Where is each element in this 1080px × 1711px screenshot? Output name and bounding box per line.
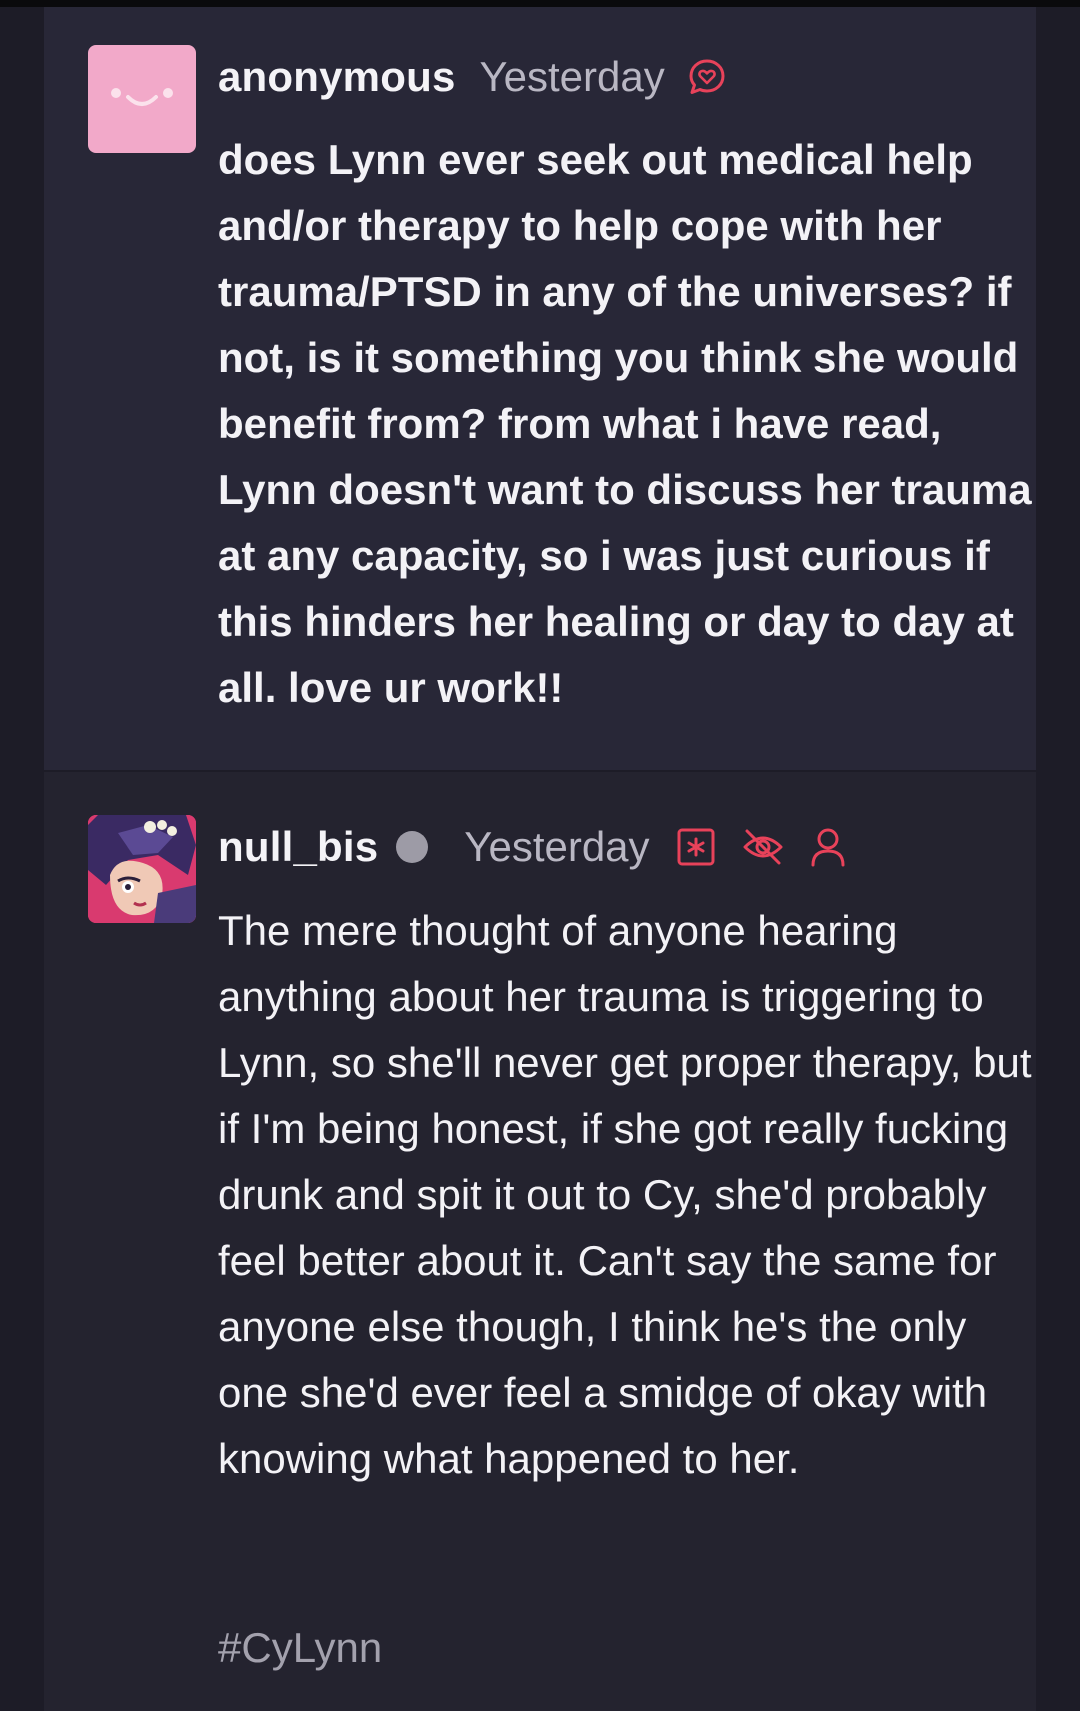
online-status-dot bbox=[396, 831, 429, 863]
post-tag[interactable]: #CyLynn bbox=[218, 1624, 382, 1672]
ask-timestamp[interactable]: Yesterday bbox=[480, 53, 665, 101]
status-bar-edge bbox=[0, 0, 1080, 7]
answer-username[interactable]: null_bis bbox=[218, 823, 378, 871]
anonymous-face-icon bbox=[111, 88, 173, 106]
answer-timestamp[interactable]: Yesterday bbox=[464, 823, 649, 871]
asterisk-box-icon[interactable] bbox=[676, 827, 716, 867]
ask-username[interactable]: anonymous bbox=[218, 53, 456, 101]
answer-card: null_bis Yesterday The mere thought of a… bbox=[44, 772, 1036, 1711]
ask-question-text: does Lynn ever seek out medical help and… bbox=[218, 136, 1032, 711]
eye-off-icon[interactable] bbox=[742, 827, 784, 867]
ask-header: anonymous Yesterday bbox=[218, 47, 727, 107]
avatar-illustration-icon bbox=[88, 815, 196, 923]
ask-card: anonymous Yesterday does Lynn ever seek … bbox=[44, 7, 1036, 770]
null-bis-avatar[interactable] bbox=[88, 815, 196, 923]
answer-header: null_bis Yesterday bbox=[218, 817, 846, 877]
user-icon[interactable] bbox=[810, 827, 846, 867]
anonymous-avatar[interactable] bbox=[88, 45, 196, 153]
ask-heart-icon[interactable] bbox=[687, 57, 727, 97]
answer-text: The mere thought of anyone hearing anyth… bbox=[218, 907, 1032, 1482]
